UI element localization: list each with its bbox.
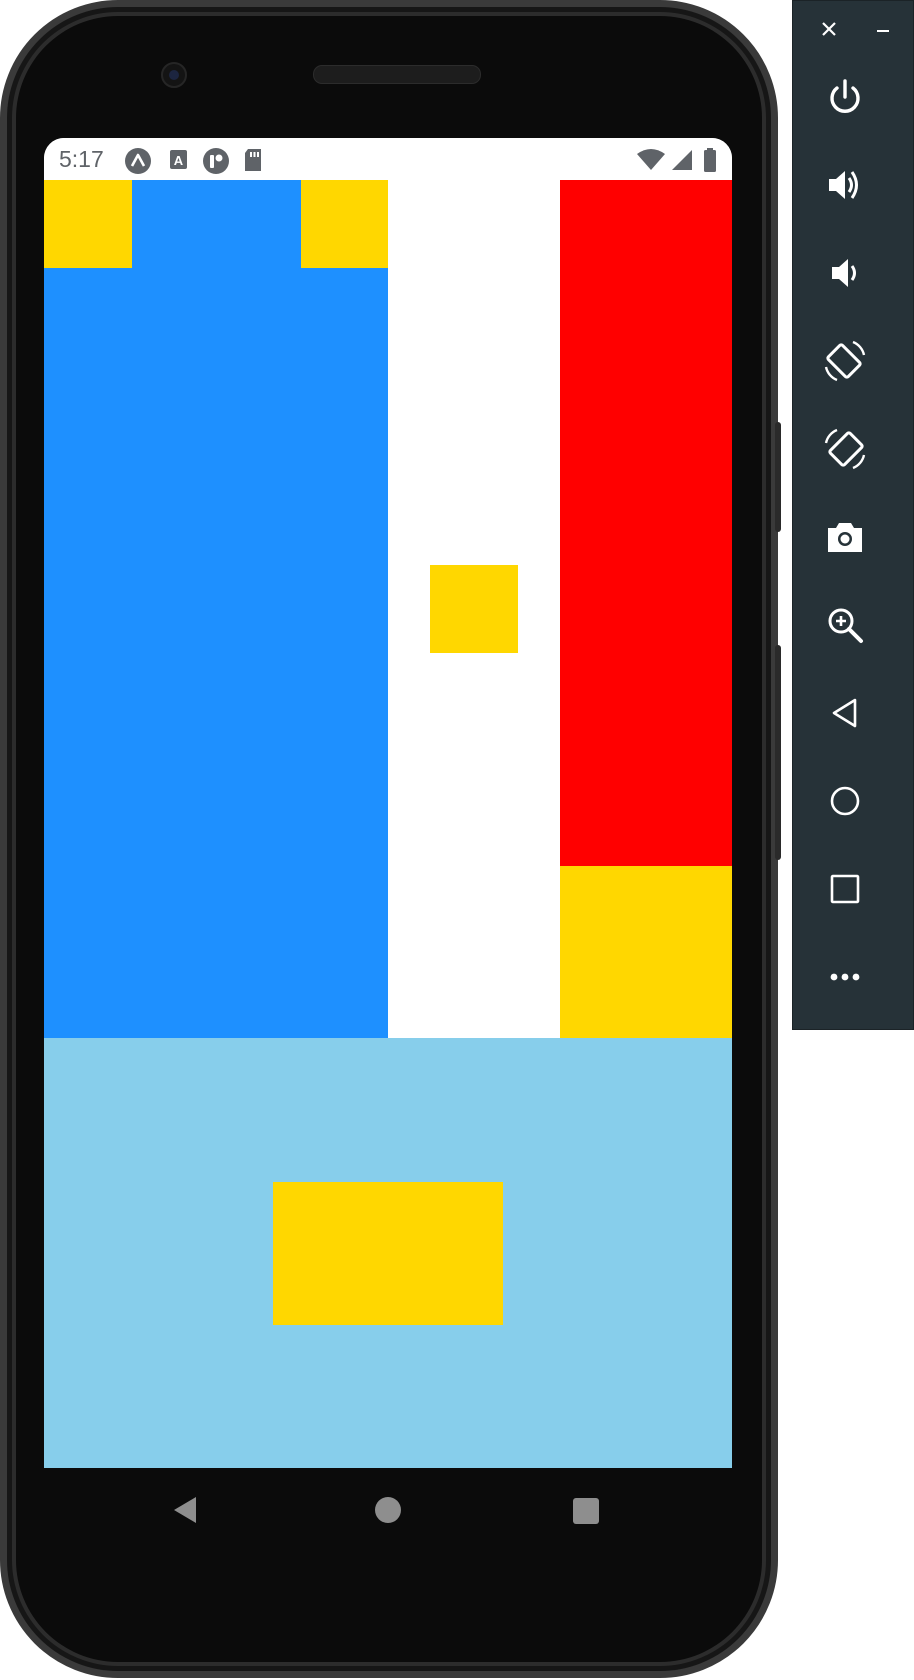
power-icon — [830, 79, 860, 113]
yellow-square-top-right — [301, 180, 388, 268]
yellow-rectangle-bottom — [273, 1182, 503, 1325]
wifi-icon — [636, 148, 666, 177]
camera-icon — [828, 523, 862, 552]
yellow-square-center — [430, 565, 518, 653]
rotate-left-icon — [824, 340, 866, 382]
volume-down-icon — [832, 259, 856, 287]
overview-icon — [830, 874, 860, 904]
minimize-button[interactable] — [871, 17, 895, 41]
emulator-window: 5:17 A — [0, 0, 914, 1680]
nav-recents-button[interactable] — [572, 1497, 600, 1530]
signal-icon — [670, 148, 694, 177]
sd-card-icon — [242, 147, 264, 178]
yellow-square-top-left — [44, 180, 132, 268]
front-camera — [161, 62, 187, 88]
app-notification-icon — [202, 147, 230, 180]
status-time: 5:17 — [59, 146, 104, 172]
home-button[interactable] — [817, 773, 873, 829]
more-icon — [830, 973, 860, 981]
blue-panel — [44, 180, 388, 1038]
home-icon — [830, 786, 860, 816]
close-button[interactable] — [817, 17, 841, 41]
overview-button[interactable] — [817, 861, 873, 917]
accessibility-a-icon: A — [168, 148, 192, 177]
yellow-square-bottom-right — [560, 866, 732, 1038]
expo-icon — [124, 147, 152, 180]
phone-power-key — [775, 422, 781, 532]
emulator-toolbar — [792, 0, 914, 1030]
earpiece-speaker — [313, 65, 481, 84]
nav-back-button[interactable] — [170, 1494, 200, 1531]
rotate-right-button[interactable] — [817, 421, 873, 477]
phone-screen: 5:17 A — [44, 138, 732, 1468]
volume-down-button[interactable] — [817, 245, 873, 301]
minimize-icon — [877, 30, 889, 32]
more-button[interactable] — [817, 949, 873, 1005]
rotate-right-icon — [824, 428, 866, 470]
battery-icon — [702, 147, 718, 178]
back-icon — [832, 698, 857, 728]
volume-up-button[interactable] — [817, 157, 873, 213]
recents-icon — [573, 1498, 599, 1524]
zoom-icon — [828, 608, 863, 643]
home-icon — [375, 1497, 401, 1523]
nav-home-button[interactable] — [374, 1496, 402, 1529]
close-icon — [822, 22, 836, 36]
red-panel — [560, 180, 732, 866]
volume-up-icon — [829, 171, 858, 199]
screenshot-button[interactable] — [817, 509, 873, 565]
status-bar: 5:17 A — [44, 138, 732, 180]
phone-volume-key — [775, 645, 781, 860]
rotate-left-button[interactable] — [817, 333, 873, 389]
svg-text:A: A — [174, 153, 184, 168]
back-button[interactable] — [817, 685, 873, 741]
power-button[interactable] — [817, 69, 873, 125]
app-content — [44, 180, 732, 1468]
back-icon — [174, 1497, 196, 1523]
zoom-button[interactable] — [817, 597, 873, 653]
